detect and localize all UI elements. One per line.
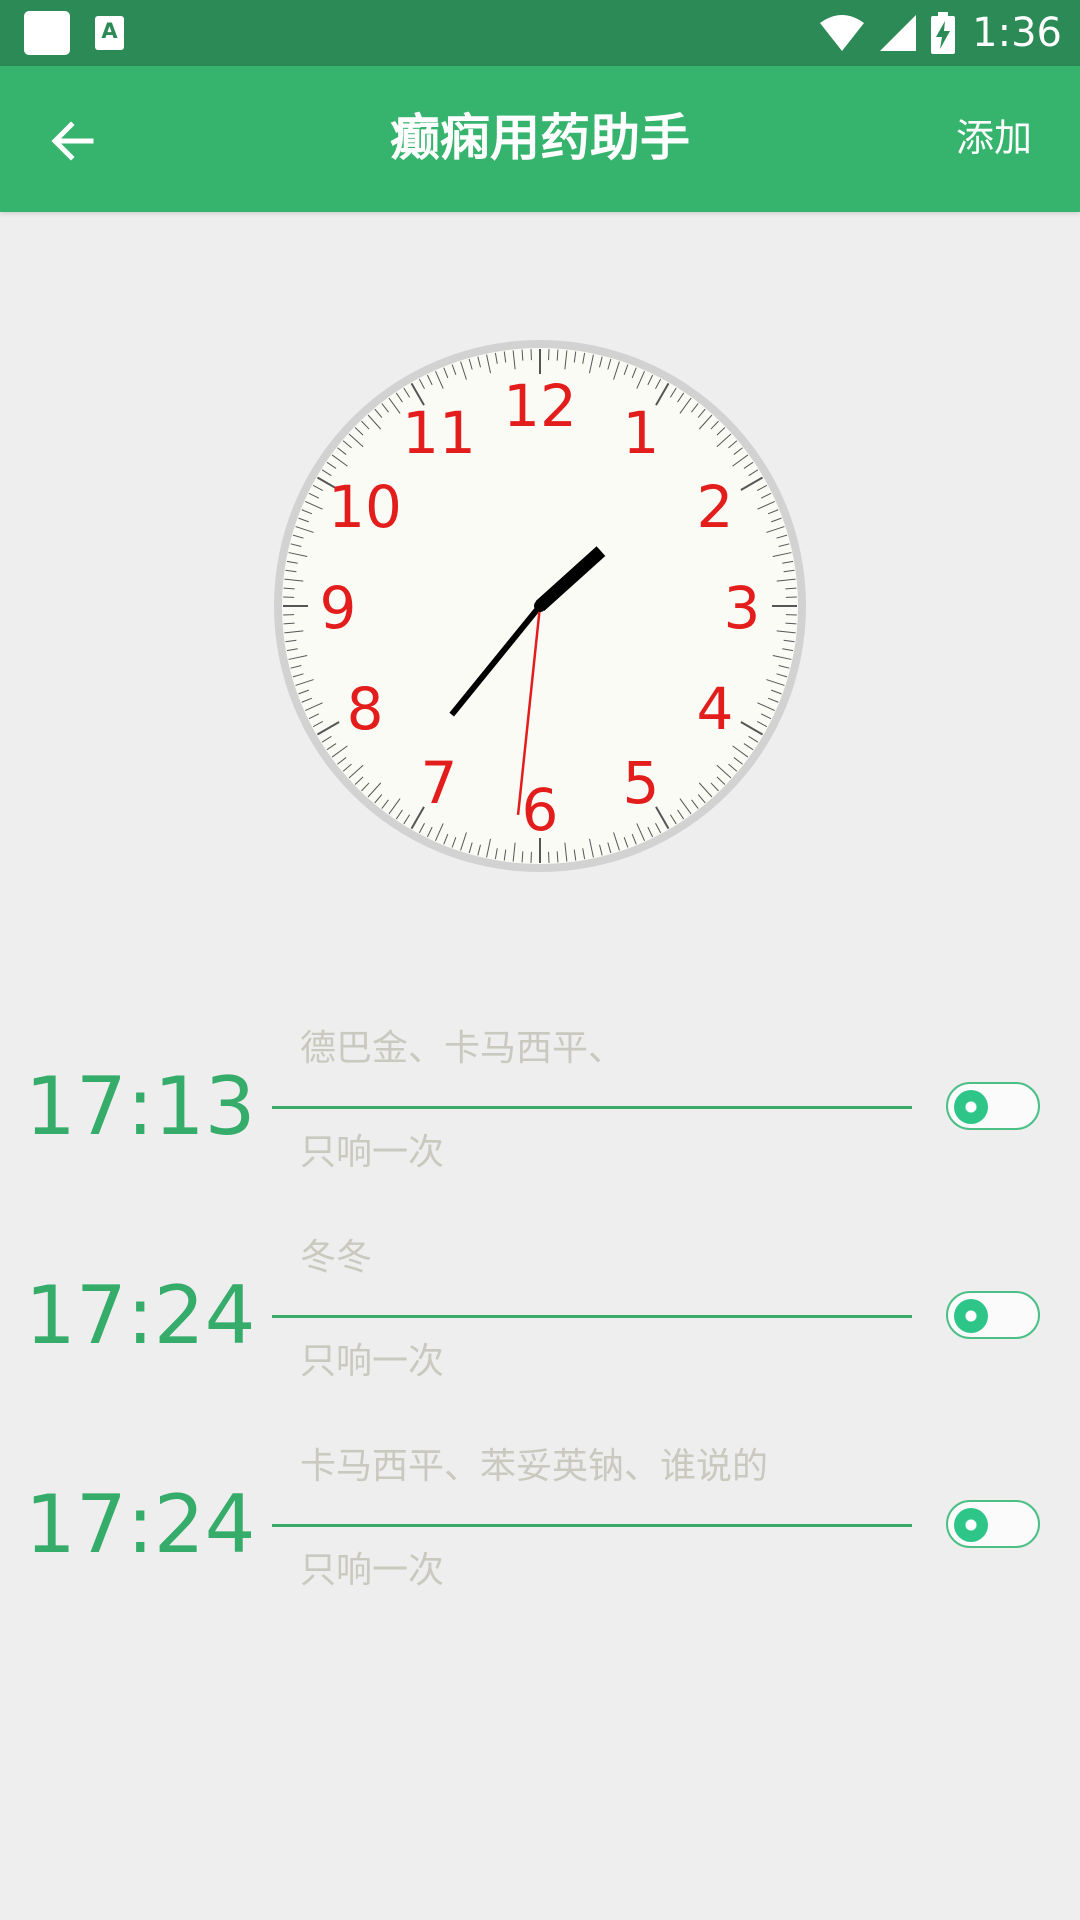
alarm-item[interactable]: 17:24 冬冬 只响一次 (0, 1211, 1080, 1419)
cell-signal-icon (880, 15, 917, 51)
alarm-toggle[interactable] (946, 1082, 1040, 1130)
clock-number: 7 (421, 749, 458, 817)
battery-charging-icon (931, 12, 956, 54)
clock-number: 2 (696, 473, 733, 541)
alarm-medicine-names: 冬冬 (300, 1237, 373, 1278)
alarm-repeat-text: 只响一次 (300, 1132, 445, 1173)
alarm-medicine-names: 德巴金、卡马西平、 (300, 1028, 625, 1069)
status-time: 1:36 (972, 10, 1062, 56)
divider (272, 1315, 912, 1318)
alarm-time: 17:13 (25, 1060, 256, 1153)
clock-number: 6 (522, 776, 559, 844)
clock-number: 1 (623, 399, 660, 467)
clock-number: 3 (724, 574, 761, 642)
alarm-time: 17:24 (25, 1478, 256, 1571)
clock-number: 10 (328, 473, 402, 541)
clock-number: 8 (347, 675, 384, 743)
toggle-knob (954, 1299, 988, 1333)
status-bar: A 1:36 (0, 0, 1080, 66)
alarm-toggle[interactable] (946, 1500, 1040, 1548)
clock-number: 9 (320, 574, 357, 642)
divider (272, 1106, 912, 1109)
app-notification-icon: A (95, 16, 124, 50)
analog-clock: 12 1 2 3 4 5 6 7 8 9 10 11 (272, 338, 808, 874)
clock-center (534, 600, 546, 612)
wifi-icon (820, 15, 865, 51)
clock-number: 5 (623, 749, 660, 817)
toggle-knob (954, 1508, 988, 1542)
page-title: 癫痫用药助手 (390, 109, 690, 167)
alarm-item[interactable]: 17:13 德巴金、卡马西平、 只响一次 (0, 1002, 1080, 1210)
clock-number: 11 (402, 399, 476, 467)
alarm-time: 17:24 (25, 1269, 256, 1362)
status-icons: 1:36 (818, 0, 1062, 66)
alarm-item[interactable]: 17:24 卡马西平、苯妥英钠、谁说的 只响一次 (0, 1420, 1080, 1628)
notification-square-icon (24, 11, 70, 55)
divider (272, 1524, 912, 1527)
alarm-repeat-text: 只响一次 (300, 1341, 445, 1382)
add-button[interactable]: 添加 (956, 114, 1032, 162)
clock-number: 4 (696, 675, 733, 743)
clock-number: 12 (503, 372, 577, 440)
app-bar: 癫痫用药助手 添加 (0, 66, 1080, 212)
clock-face: 12 12 3 45678 9 1011 (274, 340, 806, 872)
alarm-repeat-text: 只响一次 (300, 1550, 445, 1591)
alarm-medicine-names: 卡马西平、苯妥英钠、谁说的 (300, 1446, 769, 1487)
alarm-toggle[interactable] (946, 1291, 1040, 1339)
toggle-knob (954, 1090, 988, 1124)
